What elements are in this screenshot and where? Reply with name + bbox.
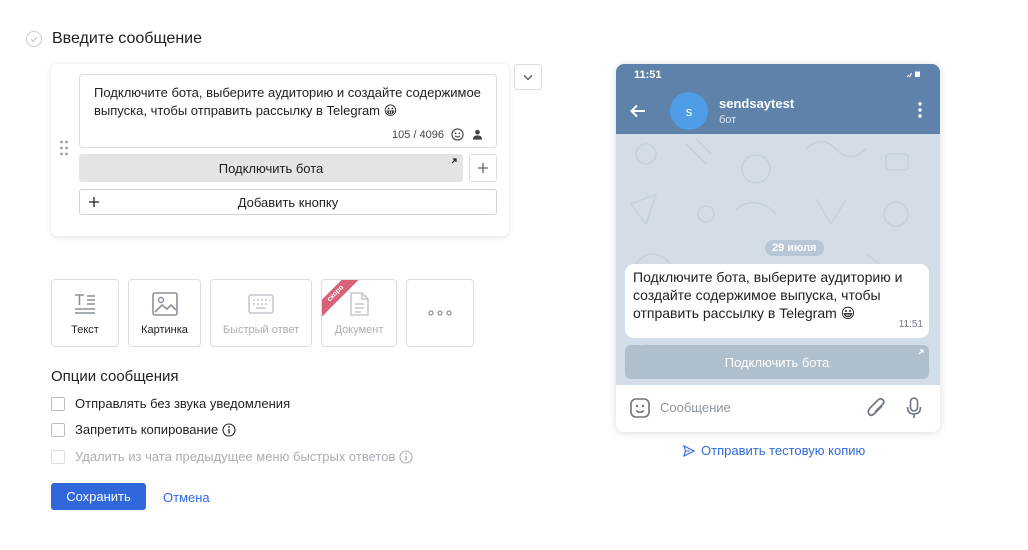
more-icon [428, 310, 452, 316]
message-text: Подключите бота, выберите аудиторию и со… [94, 85, 481, 118]
cancel-link[interactable]: Отмена [163, 490, 210, 505]
preview-button-label: Подключить бота [724, 354, 830, 370]
text-icon [75, 294, 95, 314]
option-silent-checkbox[interactable] [51, 396, 65, 411]
type-text-tile[interactable]: Текст [51, 279, 119, 347]
chat-area: 29 июля Подключите бота, выберите аудито… [616, 134, 940, 385]
option-delete-menu: Удалить из чата предыдущее меню быстрых … [51, 449, 413, 464]
type-quick-reply-tile: Быстрый ответ [210, 279, 312, 347]
avatar: s [670, 92, 708, 130]
message-bubble: Подключите бота, выберите аудиторию и со… [625, 264, 929, 338]
message-editor-card: Подключите бота, выберите аудиторию и со… [51, 64, 509, 236]
collapse-button[interactable] [514, 64, 542, 90]
plus-icon [478, 163, 488, 173]
info-icon[interactable] [399, 449, 413, 464]
preview-inline-button: Подключить бота [625, 345, 929, 379]
sticker-icon [630, 398, 650, 418]
status-time: 11:51 [634, 69, 662, 81]
send-test-copy-link[interactable]: Отправить тестовую копию [683, 443, 865, 458]
message-input-placeholder: Сообщение [660, 400, 731, 415]
message-textarea[interactable]: Подключите бота, выберите аудиторию и со… [79, 74, 497, 148]
option-silent[interactable]: Отправлять без звука уведомления [51, 396, 290, 411]
keyboard-icon [248, 294, 274, 314]
check-icon [26, 31, 42, 47]
char-counter: 105 / 4096 [392, 128, 444, 141]
chevron-down-icon [523, 74, 533, 80]
bubble-text: Подключите бота, выберите аудиторию и со… [633, 269, 903, 321]
message-footer: 105 / 4096 [392, 128, 484, 141]
type-quick-reply-label: Быстрый ответ [222, 324, 300, 336]
attach-icon [867, 397, 885, 417]
section-title: Введите сообщение [52, 30, 202, 47]
send-icon [683, 444, 695, 457]
option-no-copy[interactable]: Запретить копирование [51, 422, 236, 437]
option-no-copy-label: Запретить копирование [75, 422, 219, 437]
back-arrow-icon[interactable] [630, 104, 646, 118]
emoji-icon[interactable] [451, 128, 464, 141]
save-button[interactable]: Сохранить [51, 483, 146, 510]
type-image-label: Картинка [141, 324, 188, 336]
more-types-button[interactable] [406, 279, 474, 347]
option-delete-menu-label: Удалить из чата предыдущее меню быстрых … [75, 449, 396, 464]
bubble-time: 11:51 [898, 319, 923, 330]
drag-handle-icon[interactable] [59, 140, 69, 156]
section-header: Введите сообщение [26, 30, 202, 48]
telegram-header: 11:51 s sendsaytest бот [616, 64, 940, 134]
type-text-label: Текст [71, 324, 99, 336]
battery-icon [906, 71, 920, 78]
external-arrow-icon [918, 349, 924, 355]
type-image-tile[interactable]: Картинка [128, 279, 201, 347]
send-test-label: Отправить тестовую копию [701, 443, 866, 458]
option-no-copy-checkbox[interactable] [51, 422, 65, 437]
connect-bot-button[interactable]: Подключить бота [79, 154, 463, 182]
plus-icon [89, 197, 99, 207]
type-document-label: Документ [334, 324, 384, 336]
add-button-button[interactable]: Добавить кнопку [79, 189, 497, 215]
type-document-tile: скоро Документ [321, 279, 397, 347]
microphone-icon [906, 397, 922, 418]
chat-subtitle: бот [719, 114, 737, 126]
add-button-label: Добавить кнопку [237, 194, 339, 210]
chat-name: sendsaytest [719, 96, 795, 111]
telegram-preview: 11:51 s sendsaytest бот 29 июля Подключи… [616, 64, 940, 432]
message-input-bar: Сообщение [616, 385, 940, 432]
image-icon [151, 292, 178, 316]
personalization-icon[interactable] [471, 128, 484, 141]
add-row-button[interactable] [469, 154, 497, 182]
kebab-menu-icon[interactable] [918, 102, 922, 118]
option-delete-menu-checkbox [51, 449, 65, 464]
external-arrow-icon [451, 158, 457, 164]
option-silent-label: Отправлять без звука уведомления [75, 396, 291, 411]
document-icon [350, 292, 369, 316]
options-title: Опции сообщения [51, 368, 179, 385]
connect-bot-label: Подключить бота [218, 160, 324, 176]
date-badge: 29 июля [765, 240, 824, 256]
content-type-list: Текст Картинка Быстрый ответ скоро Докум… [51, 279, 474, 347]
info-icon[interactable] [222, 422, 236, 437]
